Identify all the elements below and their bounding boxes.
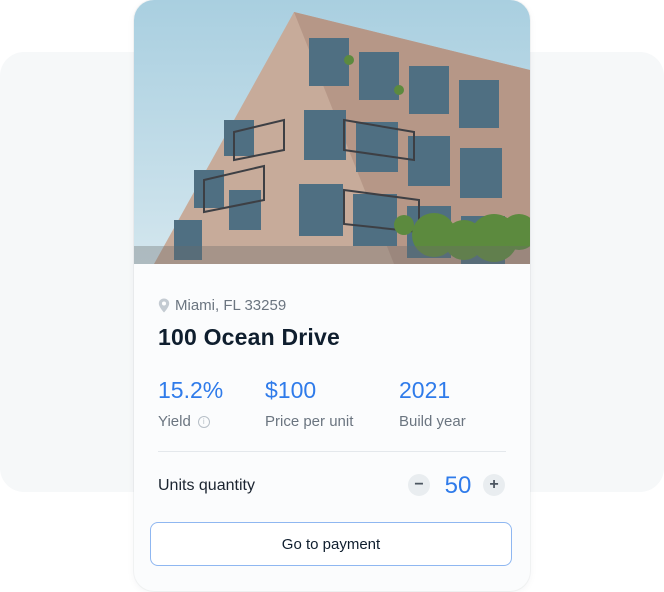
- yield-label: Yield: [158, 413, 191, 430]
- property-title: 100 Ocean Drive: [158, 324, 341, 350]
- stat-yield: 15.2% Yield i: [158, 377, 223, 430]
- location-text: Miami, FL 33259: [175, 297, 287, 314]
- increment-button[interactable]: +: [483, 474, 505, 496]
- quantity-value: 50: [444, 472, 472, 499]
- property-card: Miami, FL 33259 100 Ocean Drive 15.2% Yi…: [134, 0, 530, 591]
- stat-build-year: 2021 Build year: [399, 377, 466, 430]
- property-location: Miami, FL 33259: [158, 297, 286, 314]
- info-icon[interactable]: i: [197, 415, 210, 428]
- property-photo: [134, 0, 530, 264]
- map-pin-icon: [158, 298, 170, 313]
- go-to-payment-button[interactable]: Go to payment: [150, 522, 512, 566]
- stat-price-per-unit: $100 Price per unit: [265, 377, 353, 430]
- price-value: $100: [265, 377, 317, 403]
- build-year-label: Build year: [399, 413, 466, 430]
- divider: [158, 451, 506, 452]
- price-label: Price per unit: [265, 413, 354, 430]
- build-year-value: 2021: [399, 377, 451, 403]
- yield-value: 15.2%: [158, 377, 224, 403]
- units-quantity-label: Units quantity: [158, 477, 255, 494]
- decrement-button[interactable]: −: [408, 474, 430, 496]
